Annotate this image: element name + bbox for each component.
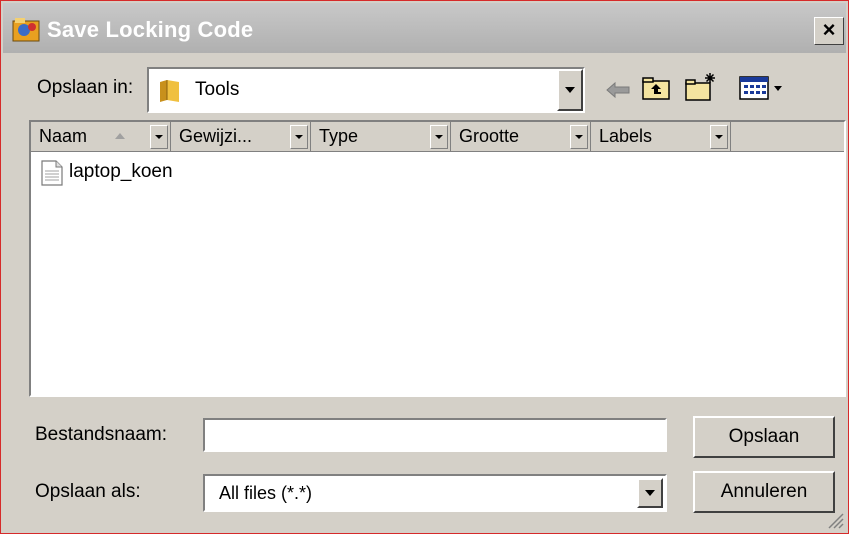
chevron-down-icon xyxy=(155,135,163,139)
column-header-size[interactable]: Grootte xyxy=(451,122,591,152)
folder-icon xyxy=(160,80,179,102)
chevron-down-icon xyxy=(435,135,443,139)
cancel-button[interactable]: Annuleren xyxy=(693,471,835,513)
filetype-combobox[interactable]: All files (*.*) xyxy=(203,474,667,512)
save-dialog: Save Locking Code × Opslaan in: Tools Na… xyxy=(0,0,849,534)
file-name: laptop_koen xyxy=(69,161,173,182)
filetype-value: All files (*.*) xyxy=(219,483,313,503)
back-icon[interactable] xyxy=(605,81,631,99)
lookin-value: Tools xyxy=(195,79,240,100)
column-filter-button[interactable] xyxy=(570,125,588,149)
filename-label: Bestandsnaam: xyxy=(35,424,168,445)
title-bar[interactable]: Save Locking Code × xyxy=(3,3,846,53)
column-header-name[interactable]: Naam xyxy=(31,122,171,152)
close-button[interactable]: × xyxy=(814,17,844,45)
up-folder-icon[interactable] xyxy=(641,75,671,101)
column-header-label: Type xyxy=(319,126,359,146)
column-header-label: Labels xyxy=(599,126,653,146)
column-filter-button[interactable] xyxy=(290,125,308,149)
chevron-down-icon xyxy=(645,490,655,496)
lookin-label: Opslaan in: xyxy=(37,77,134,98)
chevron-down-icon xyxy=(715,135,723,139)
column-header-type[interactable]: Type xyxy=(311,122,451,152)
filetype-dropdown-button[interactable] xyxy=(637,478,663,508)
window-title: Save Locking Code xyxy=(47,17,254,42)
column-filter-button[interactable] xyxy=(710,125,728,149)
app-icon xyxy=(12,18,40,42)
column-filter-button[interactable] xyxy=(150,125,168,149)
column-header-label: Gewijzi... xyxy=(179,126,253,146)
text-file-icon xyxy=(41,160,63,186)
resize-grip-icon[interactable] xyxy=(826,511,844,529)
column-header-filler xyxy=(731,122,844,152)
save-button[interactable]: Opslaan xyxy=(693,416,835,458)
filetype-label: Opslaan als: xyxy=(35,481,141,502)
new-folder-icon[interactable] xyxy=(684,71,718,103)
filename-input[interactable] xyxy=(203,418,667,452)
column-header-labels[interactable]: Labels xyxy=(591,122,731,152)
chevron-down-icon xyxy=(295,135,303,139)
sort-ascending-icon xyxy=(115,133,125,139)
file-list[interactable]: Naam Gewijzi... Type Grootte Labels lapt… xyxy=(29,120,846,397)
lookin-dropdown-button[interactable] xyxy=(557,69,583,111)
column-header-modified[interactable]: Gewijzi... xyxy=(171,122,311,152)
column-header-label: Grootte xyxy=(459,126,520,146)
view-menu-icon[interactable] xyxy=(739,75,785,101)
column-filter-button[interactable] xyxy=(430,125,448,149)
chevron-down-icon xyxy=(575,135,583,139)
column-header-label: Naam xyxy=(39,126,88,146)
chevron-down-icon xyxy=(565,87,575,93)
lookin-combobox[interactable]: Tools xyxy=(147,67,585,113)
